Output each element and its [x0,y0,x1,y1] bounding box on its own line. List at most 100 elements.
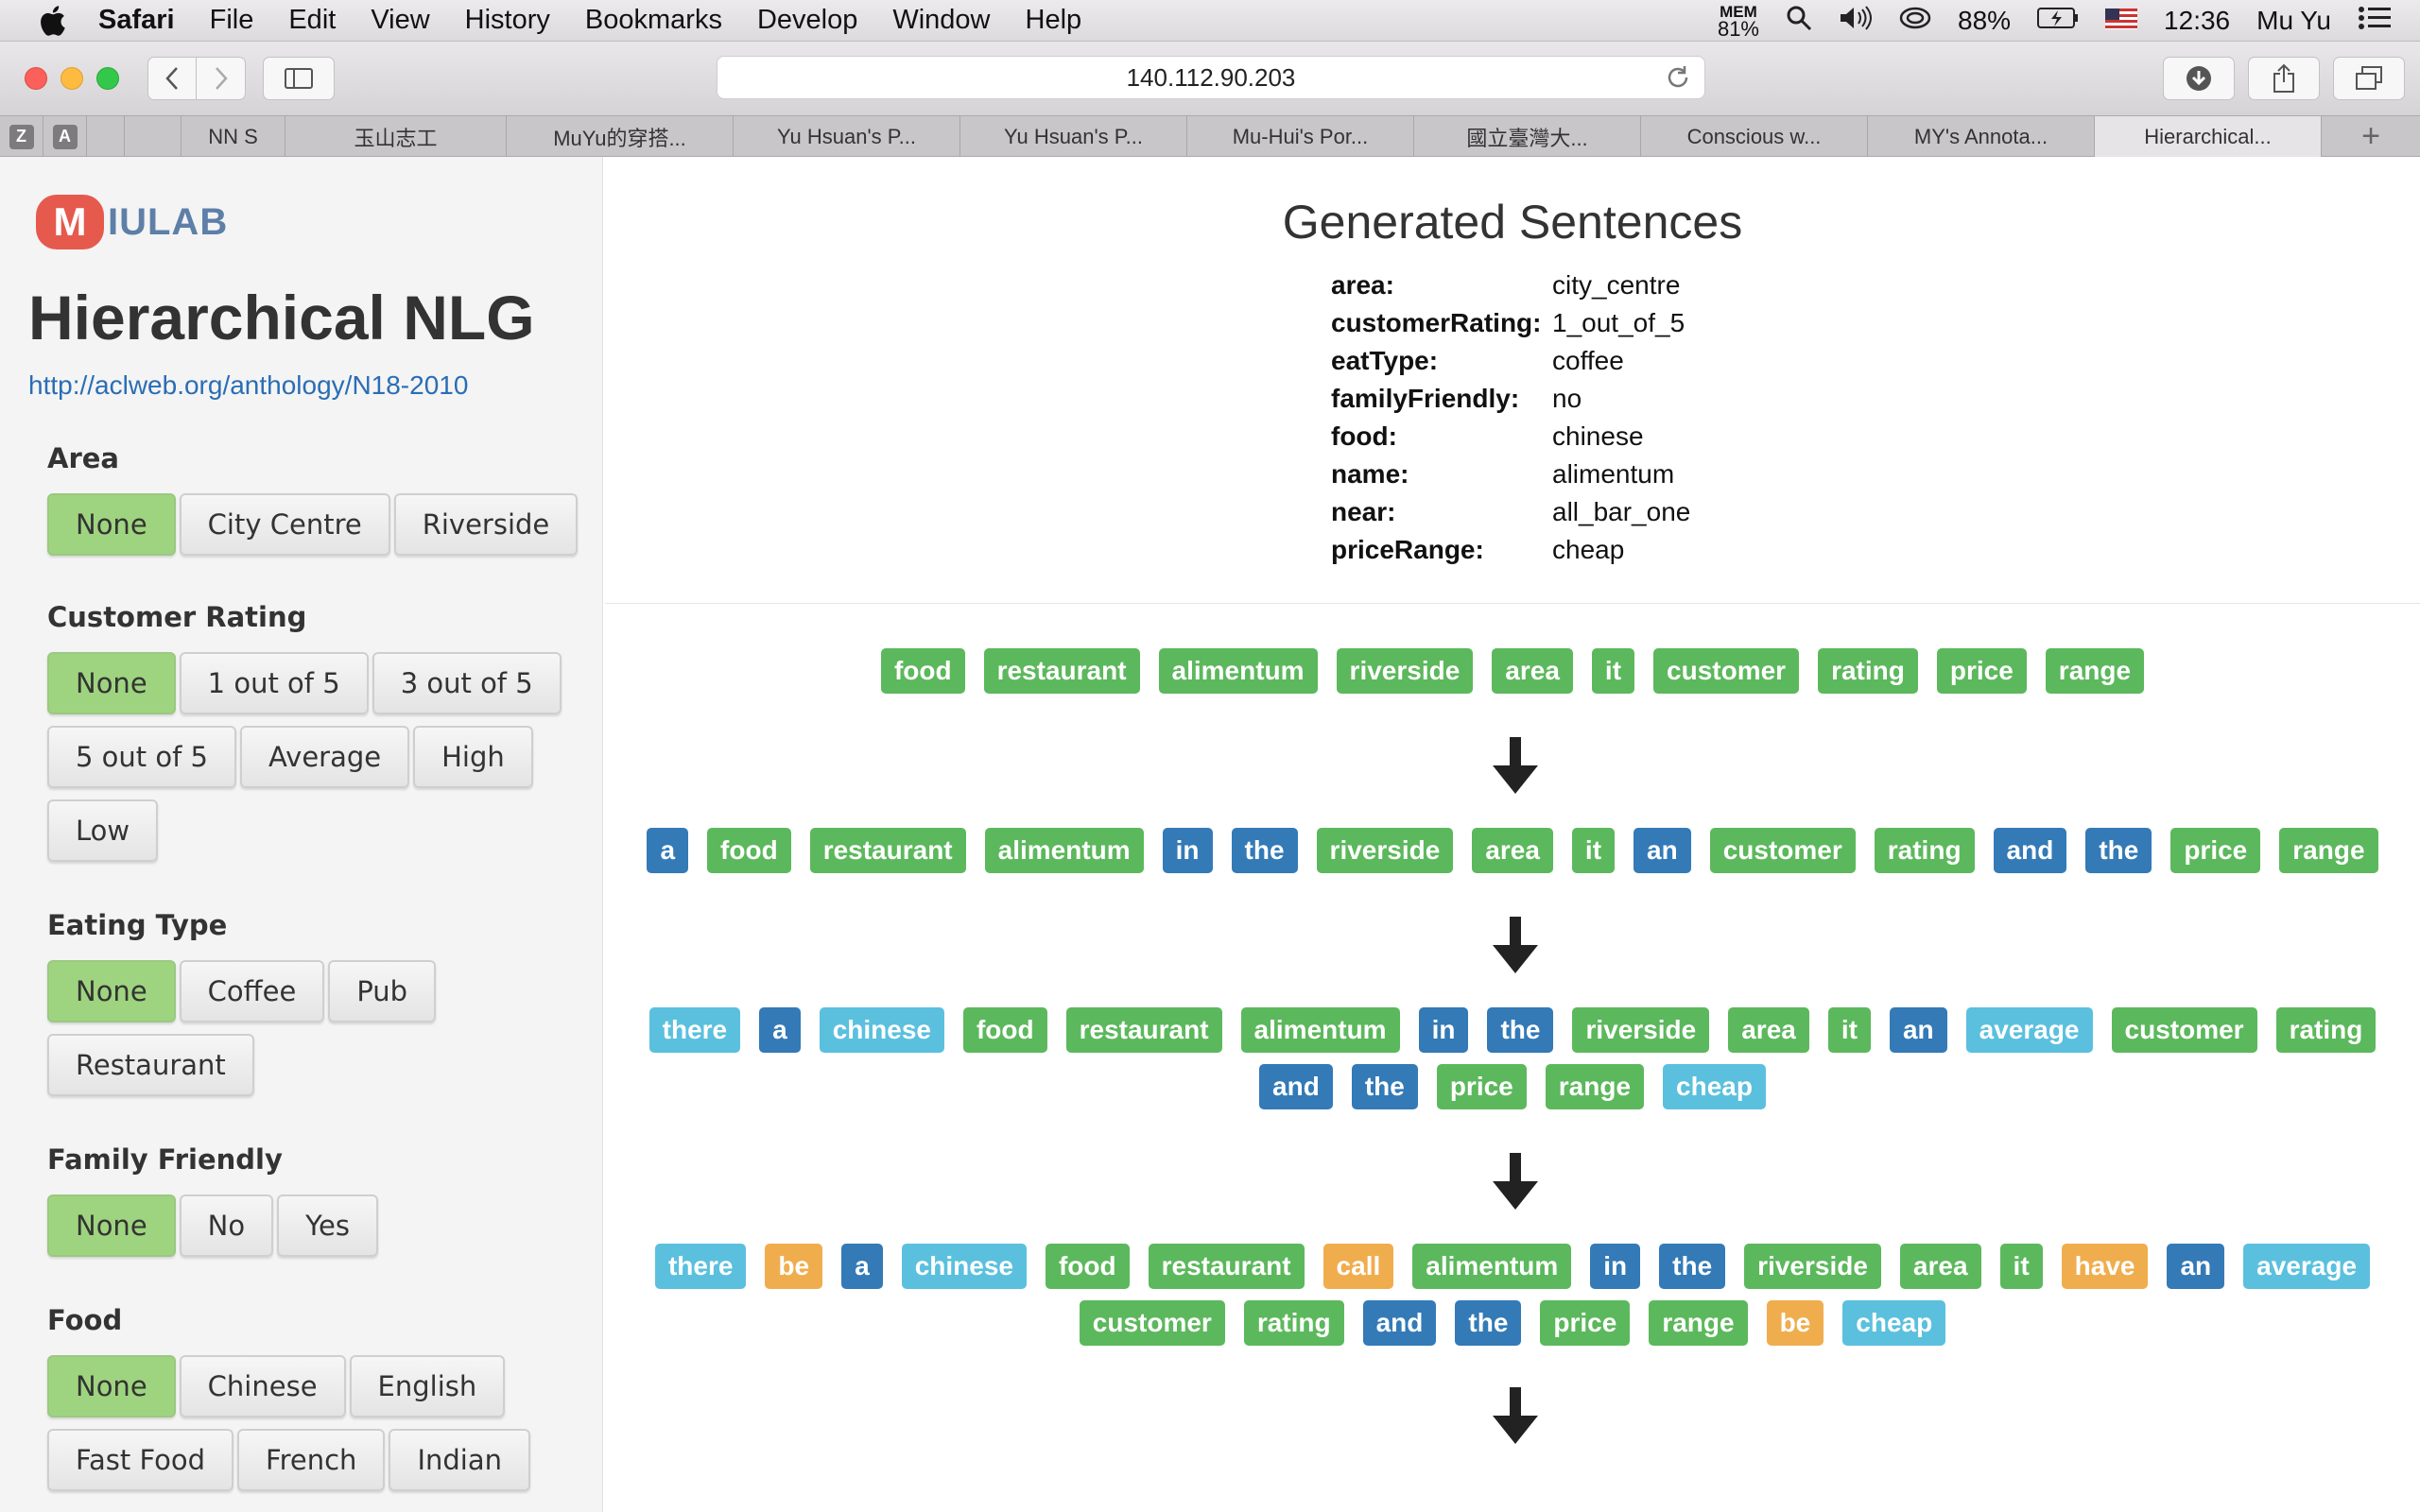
attribute-row: priceRange: cheap [1331,531,1690,569]
customer-rating-option-high[interactable]: High [413,726,533,788]
wifi-icon[interactable] [1899,5,1931,38]
area-option-city-centre[interactable]: City Centre [179,493,390,556]
tab[interactable]: Conscious w... [1641,116,1868,157]
word-chip: restaurant [1065,1007,1222,1053]
word-chip: be [1766,1300,1824,1346]
tab[interactable]: NN S [182,116,285,157]
word-chip: price [1936,648,2027,694]
tab[interactable]: Mu-Hui's Por... [1187,116,1414,157]
stage-1-line: food restaurant alimentum riverside area it cu… [605,648,2420,694]
paper-link[interactable]: http://aclweb.org/anthology/N18-2010 [28,370,468,401]
attribute-row: food: chinese [1331,418,1690,455]
attribute-key: priceRange: [1331,535,1484,564]
minimize-window-button[interactable] [60,67,83,90]
tab-active[interactable]: Hierarchical... [2095,116,2322,157]
tab[interactable]: 國立臺灣大... [1414,116,1641,157]
pinned-tab[interactable]: A [43,116,87,157]
menu-develop[interactable]: Develop [757,5,857,36]
app-title: Hierarchical NLG [28,283,535,352]
family-friendly-option-no[interactable]: No [179,1194,274,1257]
customer-rating-option-none[interactable]: None [47,652,176,714]
option-group-title-eating-type: Eating Type [47,909,228,941]
menu-app-safari[interactable]: Safari [98,5,175,36]
chevron-right-icon [215,67,228,90]
reload-icon[interactable] [1665,64,1691,97]
customer-rating-option-1-out-of-5[interactable]: 1 out of 5 [179,652,369,714]
pinned-tab-label: A [52,124,78,149]
customer-rating-option-average[interactable]: Average [240,726,410,788]
word-chip: in [1162,828,1213,873]
family-friendly-option-none[interactable]: None [47,1194,176,1257]
eating-type-option-restaurant[interactable]: Restaurant [47,1034,254,1096]
pinned-tab[interactable] [125,116,182,157]
share-icon [2273,63,2294,93]
eating-type-option-pub[interactable]: Pub [328,960,437,1022]
menu-bookmarks[interactable]: Bookmarks [585,5,722,36]
customer-rating-option-5-out-of-5[interactable]: 5 out of 5 [47,726,237,788]
option-row: None Coffee Pub [47,960,440,1022]
tab[interactable]: MY's Annota... [1868,116,2095,157]
pinned-tab[interactable] [87,116,125,157]
menu-view[interactable]: View [371,5,429,36]
new-tab-button[interactable]: + [2322,116,2420,156]
user-name[interactable]: Mu Yu [2256,6,2331,36]
food-option-chinese[interactable]: Chinese [179,1355,346,1418]
flag-us-icon[interactable] [2105,6,2138,36]
area-option-riverside[interactable]: Riverside [393,493,579,556]
word-chip: in [1418,1007,1469,1053]
attribute-row: familyFriendly: no [1331,380,1690,418]
attribute-key: customerRating: [1331,308,1542,337]
zoom-window-button[interactable] [96,67,119,90]
pinned-tab[interactable]: Z [0,116,43,157]
customer-rating-option-3-out-of-5[interactable]: 3 out of 5 [372,652,562,714]
eating-type-option-none[interactable]: None [47,960,176,1022]
share-button[interactable] [2248,57,2320,100]
tab[interactable]: 玉山志工 [285,116,507,157]
back-button[interactable] [147,57,197,100]
stage-4-line: customer rating and the price range be cheap [605,1300,2420,1346]
stage-3-line: there a chinese food restaurant alimentum in th… [605,1007,2420,1053]
food-option-indian[interactable]: Indian [389,1429,530,1491]
menu-history[interactable]: History [465,5,550,36]
downloads-button[interactable] [2163,57,2235,100]
tab-overview-button[interactable] [2333,57,2405,100]
food-option-none[interactable]: None [47,1355,176,1418]
family-friendly-option-yes[interactable]: Yes [277,1194,378,1257]
close-window-button[interactable] [25,67,47,90]
word-chip: area [1899,1244,1981,1289]
food-option-french[interactable]: French [237,1429,386,1491]
notification-list-icon[interactable] [2358,6,2392,37]
forward-button[interactable] [197,57,246,100]
word-chip: there [648,1007,741,1053]
battery-icon[interactable] [2037,6,2079,36]
customer-rating-option-low[interactable]: Low [47,799,159,862]
word-chip: average [2243,1244,2371,1289]
volume-icon[interactable] [1839,5,1873,38]
tab[interactable]: Yu Hsuan's P... [960,116,1187,157]
browser-toolbar: 140.112.90.203 [0,42,2420,115]
menu-edit[interactable]: Edit [288,5,336,36]
attribute-key: familyFriendly: [1331,384,1520,413]
tab[interactable]: MuYu的穿搭... [507,116,734,157]
spotlight-search-icon[interactable] [1786,5,1812,38]
apple-icon[interactable] [38,5,66,36]
menu-file[interactable]: File [210,5,254,36]
word-chip: range [2279,828,2378,873]
word-chip: rating [1243,1300,1344,1346]
attribute-value: all_bar_one [1552,497,1691,526]
area-option-none[interactable]: None [47,493,176,556]
word-chip: the [1487,1007,1554,1053]
menu-window[interactable]: Window [892,5,990,36]
address-bar[interactable]: 140.112.90.203 [717,56,1705,99]
menu-help[interactable]: Help [1026,5,1082,36]
word-chip: rating [1818,648,1918,694]
food-option-fast-food[interactable]: Fast Food [47,1429,234,1491]
memory-indicator[interactable]: MEM 81% [1718,4,1759,40]
tab[interactable]: Yu Hsuan's P... [734,116,960,157]
word-chip: area [1472,828,1553,873]
word-chip: chinese [819,1007,944,1053]
clock-time[interactable]: 12:36 [2164,6,2230,36]
food-option-english[interactable]: English [349,1355,506,1418]
show-sidebar-button[interactable] [263,57,335,100]
eating-type-option-coffee[interactable]: Coffee [179,960,325,1022]
